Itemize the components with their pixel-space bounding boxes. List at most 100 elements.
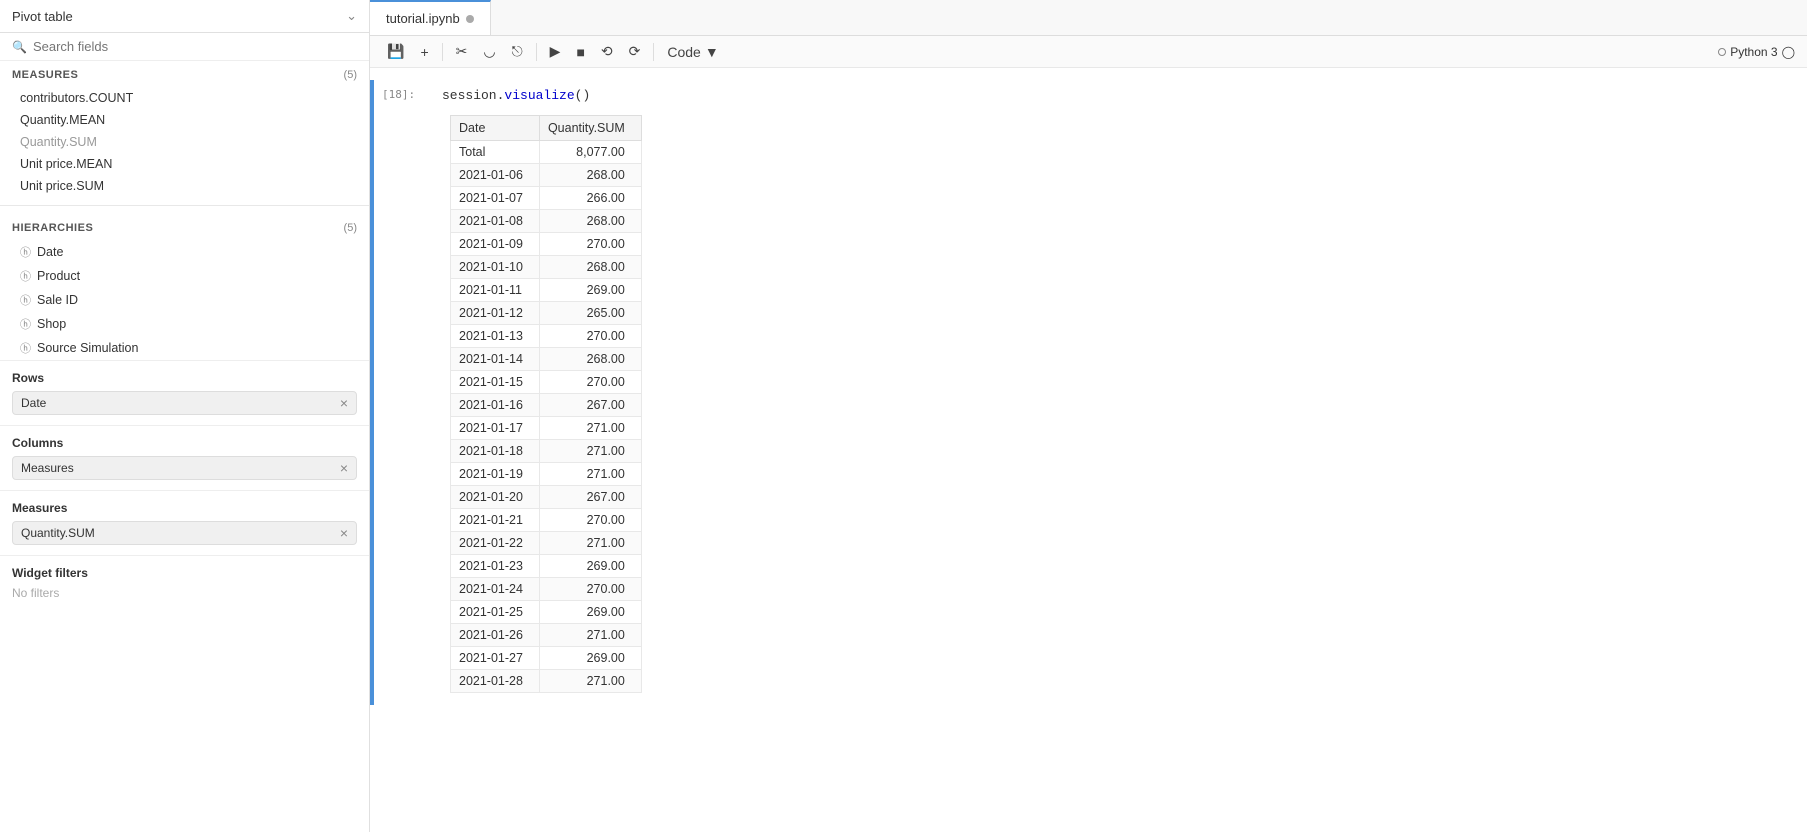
hierarchy-icon: ⓗ	[20, 316, 31, 332]
value-cell: 269.00	[539, 647, 641, 670]
cell-code[interactable]: session.visualize()	[434, 84, 1807, 107]
value-cell: 270.00	[539, 325, 641, 348]
columns-item: Measures	[21, 461, 74, 475]
date-cell: 2021-01-12	[451, 302, 540, 325]
value-cell: 268.00	[539, 348, 641, 371]
main-panel: tutorial.ipynb 💾 + ✂ ◡ ⎋ ▶ ■ ⟲ ⟳ Code ▼ …	[370, 0, 1807, 832]
table-row: 2021-01-19271.00	[451, 463, 642, 486]
table-row: 2021-01-17271.00	[451, 417, 642, 440]
value-cell: 269.00	[539, 601, 641, 624]
date-cell: 2021-01-10	[451, 256, 540, 279]
measures-count: (5)	[344, 69, 357, 81]
restart-button[interactable]: ⟲	[596, 40, 618, 63]
value-cell: 268.00	[539, 256, 641, 279]
date-cell: 2021-01-11	[451, 279, 540, 302]
no-filters-text: No filters	[12, 586, 357, 600]
date-cell: 2021-01-28	[451, 670, 540, 693]
hierarchies-count: (5)	[344, 222, 357, 234]
columns-pill[interactable]: Measures ×	[12, 456, 357, 480]
measures-item[interactable]: Quantity.MEAN	[0, 109, 369, 131]
value-cell: 268.00	[539, 164, 641, 187]
table-row: 2021-01-21270.00	[451, 509, 642, 532]
measures-config-pill[interactable]: Quantity.SUM ×	[12, 521, 357, 545]
rows-close-icon[interactable]: ×	[340, 396, 348, 410]
run-button[interactable]: ▶	[545, 40, 566, 63]
add-cell-button[interactable]: +	[415, 41, 433, 63]
total-value: 8,077.00	[539, 141, 641, 164]
value-cell: 266.00	[539, 187, 641, 210]
hierarchy-icon: ⓗ	[20, 292, 31, 308]
table-row: 2021-01-14268.00	[451, 348, 642, 371]
table-row: 2021-01-27269.00	[451, 647, 642, 670]
tab-bar: tutorial.ipynb	[370, 0, 1807, 36]
date-cell: 2021-01-23	[451, 555, 540, 578]
table-row: 2021-01-20267.00	[451, 486, 642, 509]
hierarchy-label: Shop	[37, 317, 66, 331]
table-row: 2021-01-06268.00	[451, 164, 642, 187]
table-total-row: Total8,077.00	[451, 141, 642, 164]
value-cell: 267.00	[539, 486, 641, 509]
measures-item[interactable]: Unit price.SUM	[0, 175, 369, 197]
hierarchy-item[interactable]: ⓗ Shop	[0, 312, 369, 336]
table-row: 2021-01-24270.00	[451, 578, 642, 601]
paste-button[interactable]: ⎋	[507, 40, 528, 63]
kernel-dot	[1718, 48, 1726, 56]
code-session: session.	[442, 88, 504, 103]
save-button[interactable]: 💾	[382, 40, 409, 63]
measures-item[interactable]: Quantity.SUM	[0, 131, 369, 153]
measures-item[interactable]: Unit price.MEAN	[0, 153, 369, 175]
value-cell: 271.00	[539, 532, 641, 555]
table-row: 2021-01-07266.00	[451, 187, 642, 210]
date-cell: 2021-01-07	[451, 187, 540, 210]
rows-label: Rows	[12, 371, 357, 385]
table-row: 2021-01-23269.00	[451, 555, 642, 578]
hierarchy-label: Sale ID	[37, 293, 78, 307]
hierarchy-label: Date	[37, 245, 63, 259]
measures-item[interactable]: contributors.COUNT	[0, 87, 369, 109]
code-type-button[interactable]: Code ▼	[662, 41, 723, 63]
value-cell: 271.00	[539, 624, 641, 647]
sidebar-chevron-icon[interactable]: ⌄	[346, 8, 357, 24]
date-cell: 2021-01-17	[451, 417, 540, 440]
stop-button[interactable]: ■	[571, 41, 589, 63]
value-cell: 271.00	[539, 463, 641, 486]
code-type-label: Code	[667, 44, 700, 60]
kernel-chevron-icon: ◯	[1782, 45, 1795, 59]
value-cell: 269.00	[539, 555, 641, 578]
widget-filters-label: Widget filters	[12, 566, 357, 580]
copy-button[interactable]: ◡	[478, 40, 500, 63]
table-row: 2021-01-16267.00	[451, 394, 642, 417]
col-quantity-header: Quantity.SUM	[539, 116, 641, 141]
date-cell: 2021-01-19	[451, 463, 540, 486]
cell-number: [18]:	[374, 80, 434, 101]
hierarchy-item[interactable]: ⓗ Sale ID	[0, 288, 369, 312]
divider-1	[0, 205, 369, 206]
kernel-label: Python 3	[1730, 45, 1777, 59]
code-parens: ()	[575, 88, 591, 103]
kernel-select[interactable]: Python 3 ◯	[1718, 45, 1795, 59]
hierarchy-label: Product	[37, 269, 80, 283]
date-cell: 2021-01-22	[451, 532, 540, 555]
search-icon: 🔍	[12, 40, 27, 54]
code-cell: [18]: session.visualize() Date Quantity.…	[370, 80, 1807, 705]
rows-pill[interactable]: Date ×	[12, 391, 357, 415]
hierarchy-item[interactable]: ⓗSource Simulation	[0, 336, 369, 360]
measures-config-item: Quantity.SUM	[21, 526, 95, 540]
date-cell: 2021-01-08	[451, 210, 540, 233]
sidebar-content: MEASURES (5) contributors.COUNTQuantity.…	[0, 61, 369, 832]
hierarchy-item[interactable]: ⓗProduct	[0, 264, 369, 288]
columns-close-icon[interactable]: ×	[340, 461, 348, 475]
search-input[interactable]	[33, 39, 357, 54]
hierarchy-item[interactable]: ⓗDate	[0, 240, 369, 264]
date-cell: 2021-01-09	[451, 233, 540, 256]
table-row: 2021-01-12265.00	[451, 302, 642, 325]
tab-tutorial[interactable]: tutorial.ipynb	[370, 0, 491, 35]
restart-run-button[interactable]: ⟳	[624, 40, 646, 63]
cut-button[interactable]: ✂	[451, 40, 473, 63]
measures-config-close-icon[interactable]: ×	[340, 526, 348, 540]
value-cell: 271.00	[539, 417, 641, 440]
value-cell: 270.00	[539, 371, 641, 394]
value-cell: 270.00	[539, 509, 641, 532]
col-date-header: Date	[451, 116, 540, 141]
output-table: Date Quantity.SUM Total8,077.002021-01-0…	[450, 115, 642, 693]
